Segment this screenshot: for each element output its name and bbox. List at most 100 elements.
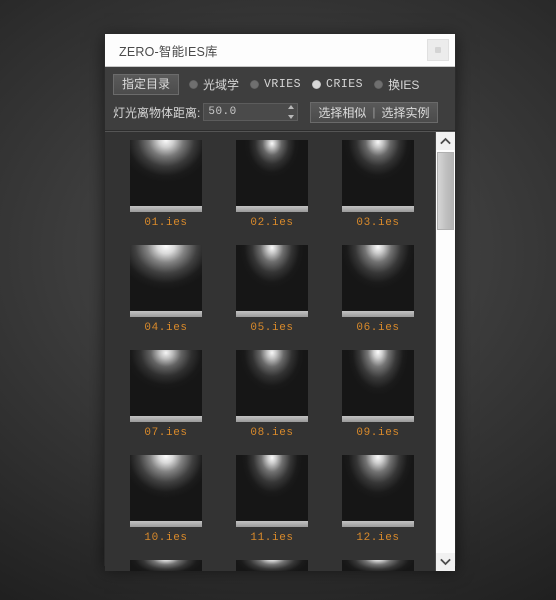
window-title: ZERO-智能IES库 bbox=[119, 44, 218, 59]
distance-input[interactable]: 50.0 bbox=[203, 103, 299, 121]
grid-row: 07.ies 08.ies 09.ies bbox=[113, 350, 431, 455]
ies-item[interactable] bbox=[113, 560, 219, 571]
ies-filename: 04.ies bbox=[144, 322, 188, 334]
specify-directory-button[interactable]: 指定目录 bbox=[113, 73, 180, 95]
grid-row: 10.ies 11.ies 12.ies bbox=[113, 455, 431, 560]
light-cone-icon bbox=[130, 560, 202, 571]
ies-preview-thumbnail[interactable] bbox=[130, 140, 202, 212]
toolbar-row-distance: 灯光离物体距离: 50.0 选择相似 | 选择实例 bbox=[113, 101, 447, 123]
ies-filename: 06.ies bbox=[356, 322, 400, 334]
floor-strip bbox=[236, 416, 308, 422]
floor-strip bbox=[342, 311, 414, 317]
ies-preview-thumbnail[interactable] bbox=[342, 455, 414, 527]
floor-strip bbox=[342, 206, 414, 212]
gallery-scrollbar[interactable] bbox=[435, 132, 455, 571]
floor-strip bbox=[130, 206, 202, 212]
ies-preview-thumbnail[interactable] bbox=[130, 455, 202, 527]
radio-dot-icon bbox=[374, 79, 384, 89]
ies-item[interactable]: 06.ies bbox=[325, 245, 431, 350]
light-cone-icon bbox=[236, 560, 308, 571]
light-cone-icon bbox=[342, 140, 414, 211]
gallery-panel: 01.ies 02.ies 03.ies 04.ies 05.ies 06.ie… bbox=[105, 131, 455, 571]
ies-preview-thumbnail[interactable] bbox=[130, 245, 202, 317]
ies-thumbnail-grid[interactable]: 01.ies 02.ies 03.ies 04.ies 05.ies 06.ie… bbox=[105, 132, 431, 571]
light-cone-icon bbox=[130, 140, 202, 211]
ies-preview-thumbnail[interactable] bbox=[130, 560, 202, 571]
ies-item[interactable]: 10.ies bbox=[113, 455, 219, 560]
ies-filename: 07.ies bbox=[144, 427, 188, 439]
ies-filename: 09.ies bbox=[356, 427, 400, 439]
title-bar-menu-button[interactable] bbox=[427, 39, 449, 61]
ies-filename: 05.ies bbox=[250, 322, 294, 334]
stepper-up-icon bbox=[287, 105, 294, 109]
floor-strip bbox=[130, 416, 202, 422]
ies-item[interactable]: 05.ies bbox=[219, 245, 325, 350]
ies-filename: 08.ies bbox=[250, 427, 294, 439]
ies-preview-thumbnail[interactable] bbox=[236, 350, 308, 422]
ies-item[interactable]: 08.ies bbox=[219, 350, 325, 455]
ies-preview-thumbnail[interactable] bbox=[236, 560, 308, 571]
ies-item[interactable]: 02.ies bbox=[219, 140, 325, 245]
scrollbar-track[interactable] bbox=[436, 150, 455, 553]
distance-stepper[interactable] bbox=[286, 105, 295, 119]
ies-item[interactable]: 11.ies bbox=[219, 455, 325, 560]
ies-filename: 03.ies bbox=[356, 217, 400, 229]
ies-preview-thumbnail[interactable] bbox=[342, 350, 414, 422]
radio-dot-icon bbox=[189, 79, 199, 89]
ies-preview-thumbnail[interactable] bbox=[342, 140, 414, 212]
scroll-up-button[interactable] bbox=[436, 132, 455, 150]
grid-row: 01.ies 02.ies 03.ies bbox=[113, 140, 431, 245]
select-instance-button[interactable]: 选择实例 bbox=[381, 104, 429, 121]
light-cone-icon bbox=[342, 350, 414, 421]
distance-value: 50.0 bbox=[208, 106, 237, 118]
floor-strip bbox=[342, 416, 414, 422]
floor-strip bbox=[236, 206, 308, 212]
light-cone-icon bbox=[342, 560, 414, 571]
toolbar: 指定目录 光域学 VRIES CRIES 换IES 灯光离物体距离: 50.0 … bbox=[105, 67, 455, 131]
floor-strip bbox=[236, 521, 308, 527]
square-glyph-icon bbox=[435, 47, 441, 53]
light-cone-icon bbox=[342, 245, 414, 316]
select-similar-button[interactable]: 选择相似 bbox=[318, 104, 366, 121]
ies-item[interactable]: 07.ies bbox=[113, 350, 219, 455]
floor-strip bbox=[130, 311, 202, 317]
floor-strip bbox=[342, 521, 414, 527]
ies-preview-thumbnail[interactable] bbox=[236, 245, 308, 317]
radio-option-guangyuxue[interactable]: 光域学 bbox=[189, 76, 239, 93]
radio-label: VRIES bbox=[264, 77, 302, 91]
scroll-down-button[interactable] bbox=[436, 553, 455, 571]
radio-label: 换IES bbox=[388, 77, 420, 92]
ies-preview-thumbnail[interactable] bbox=[342, 245, 414, 317]
ies-item[interactable]: 12.ies bbox=[325, 455, 431, 560]
radio-option-cries[interactable]: CRIES bbox=[312, 78, 363, 91]
floor-strip bbox=[130, 521, 202, 527]
light-cone-icon bbox=[130, 245, 202, 316]
chevron-down-icon bbox=[440, 558, 451, 566]
ies-filename: 12.ies bbox=[356, 532, 400, 544]
ies-filename: 02.ies bbox=[250, 217, 294, 229]
ies-filename: 11.ies bbox=[250, 532, 294, 544]
ies-preview-thumbnail[interactable] bbox=[236, 140, 308, 212]
ies-item[interactable]: 03.ies bbox=[325, 140, 431, 245]
ies-item[interactable]: 09.ies bbox=[325, 350, 431, 455]
light-cone-icon bbox=[130, 455, 202, 526]
floor-strip bbox=[236, 311, 308, 317]
light-cone-icon bbox=[236, 245, 308, 316]
radio-option-huan-ies[interactable]: 换IES bbox=[374, 76, 419, 93]
selection-actions: 选择相似 | 选择实例 bbox=[310, 101, 438, 123]
ies-preview-thumbnail[interactable] bbox=[130, 350, 202, 422]
ies-item[interactable]: 01.ies bbox=[113, 140, 219, 245]
radio-label: 光域学 bbox=[203, 77, 240, 92]
stepper-down-icon bbox=[287, 115, 294, 119]
ies-preview-thumbnail[interactable] bbox=[342, 560, 414, 571]
light-cone-icon bbox=[236, 455, 308, 526]
ies-filename: 01.ies bbox=[144, 217, 188, 229]
toolbar-row-modes: 指定目录 光域学 VRIES CRIES 换IES bbox=[113, 73, 447, 95]
ies-item[interactable] bbox=[219, 560, 325, 571]
radio-option-vries[interactable]: VRIES bbox=[250, 78, 301, 91]
window-title-bar: ZERO-智能IES库 bbox=[105, 34, 455, 67]
ies-item[interactable] bbox=[325, 560, 431, 571]
ies-item[interactable]: 04.ies bbox=[113, 245, 219, 350]
scrollbar-thumb[interactable] bbox=[437, 152, 454, 230]
ies-preview-thumbnail[interactable] bbox=[236, 455, 308, 527]
